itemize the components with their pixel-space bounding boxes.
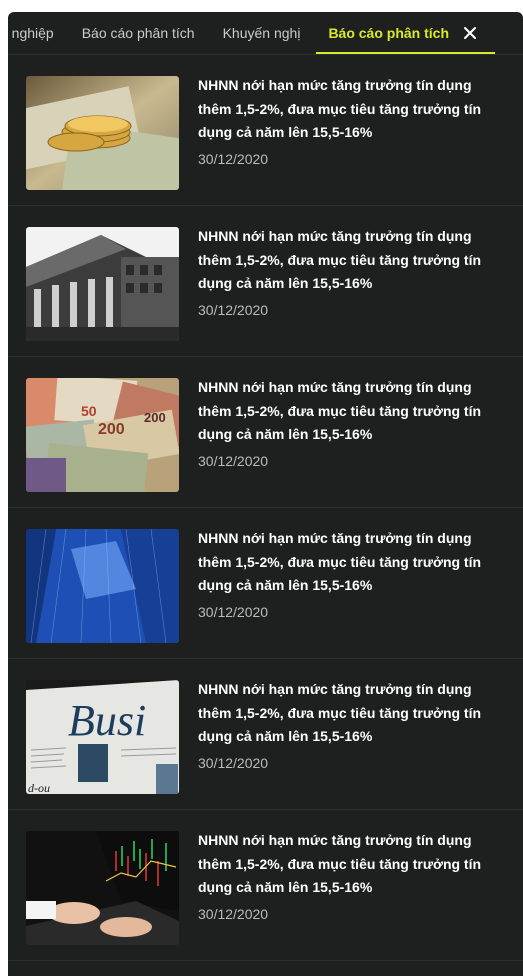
article-item[interactable]: Busi d-ou NHNN nới hạn mức tăng trưởng t… [8, 659, 523, 810]
tab-bao-cao-phan-tich[interactable]: Báo cáo phân tích [68, 12, 209, 54]
article-list: NHNN nới hạn mức tăng trưởng tín dụng th… [8, 55, 523, 961]
article-date: 30/12/2020 [198, 452, 269, 469]
svg-text:200: 200 [144, 410, 166, 425]
trading-laptop-image [26, 831, 179, 945]
svg-text:50: 50 [81, 403, 97, 419]
article-date: 30/12/2020 [198, 603, 269, 620]
article-date: 30/12/2020 [198, 301, 269, 318]
article-title: NHNN nới hạn mức tăng trưởng tín dụng th… [198, 832, 482, 895]
svg-text:d-ou: d-ou [28, 781, 50, 794]
article-thumbnail [26, 831, 179, 945]
article-item[interactable]: NHNN nới hạn mức tăng trưởng tín dụng th… [8, 508, 523, 659]
skyscrapers-image [26, 529, 179, 643]
article-thumbnail [26, 529, 179, 643]
article-thumbnail [26, 76, 179, 190]
gold-coins-image [26, 76, 179, 190]
article-title: NHNN nới hạn mức tăng trưởng tín dụng th… [198, 530, 482, 593]
article-item[interactable]: NHNN nới hạn mức tăng trưởng tín dụng th… [8, 810, 523, 961]
tab-bao-cao-phan-tich-active[interactable]: Báo cáo phân tích [314, 12, 495, 54]
article-title: NHNN nới hạn mức tăng trưởng tín dụng th… [198, 379, 482, 442]
article-item[interactable]: NHNN nới hạn mức tăng trưởng tín dụng th… [8, 55, 523, 206]
article-title: NHNN nới hạn mức tăng trưởng tín dụng th… [198, 681, 482, 744]
close-icon [464, 27, 477, 39]
article-thumbnail: Busi d-ou [26, 680, 179, 794]
tab-bar: n nghiệp Báo cáo phân tích Khuyến nghị B… [8, 12, 523, 55]
article-date: 30/12/2020 [198, 150, 269, 167]
article-item[interactable]: NHNN nới hạn mức tăng trưởng tín dụng th… [8, 206, 523, 357]
news-panel: n nghiệp Báo cáo phân tích Khuyến nghị B… [8, 12, 523, 976]
article-date: 30/12/2020 [198, 905, 269, 922]
currency-banknotes-image: 200 200 50 [26, 378, 179, 492]
bank-building-image [26, 227, 179, 341]
article-item[interactable]: 200 200 50 NHNN nới hạn mức tăng trưởng … [8, 357, 523, 508]
article-title: NHNN nới hạn mức tăng trưởng tín dụng th… [198, 228, 482, 291]
svg-text:200: 200 [98, 421, 125, 438]
article-title: NHNN nới hạn mức tăng trưởng tín dụng th… [198, 77, 482, 140]
svg-text:Busi: Busi [68, 696, 146, 745]
tab-khuyen-nghi[interactable]: Khuyến nghị [209, 12, 315, 54]
tab-doanh-nghiep[interactable]: n nghiệp [8, 12, 68, 54]
article-thumbnail: 200 200 50 [26, 378, 179, 492]
business-newspaper-image: Busi d-ou [26, 680, 179, 794]
article-date: 30/12/2020 [198, 754, 269, 771]
close-button[interactable] [457, 12, 483, 54]
article-thumbnail [26, 227, 179, 341]
